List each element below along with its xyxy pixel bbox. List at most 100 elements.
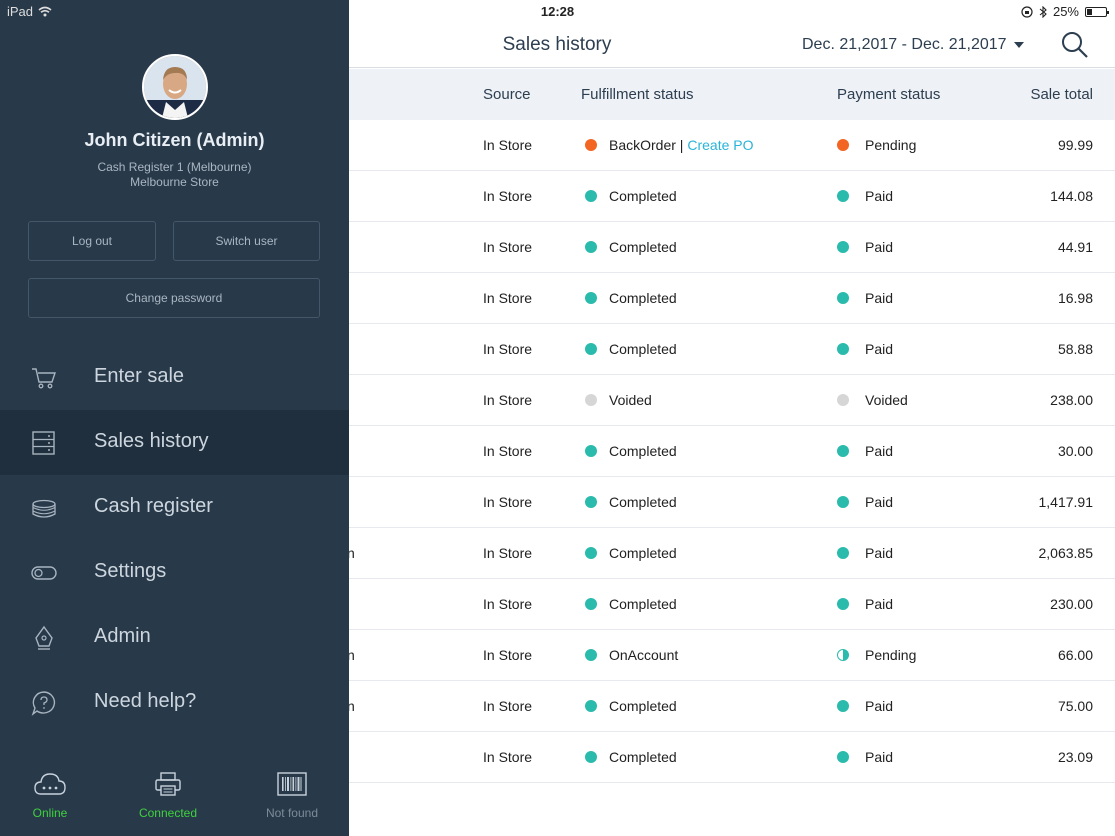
date-range-selector[interactable]: Dec. 21,2017 - Dec. 21,2017	[802, 36, 1024, 54]
fulfillment-cell: Completed	[609, 749, 677, 765]
payment-status-dot	[837, 751, 849, 763]
bluetooth-icon	[1039, 5, 1047, 18]
table-row[interactable]: In Store Completed Paid 23.09	[349, 732, 1115, 783]
fulfillment-label: Completed	[609, 545, 677, 561]
fulfillment-cell: Completed	[609, 188, 677, 204]
status-bar: iPad 12:28 25%	[0, 0, 1115, 22]
payment-cell: Pending	[865, 137, 917, 153]
source-cell: In Store	[483, 443, 533, 459]
page-title: Sales history	[502, 34, 612, 55]
payment-status-dot	[837, 241, 849, 253]
fulfillment-status-dot	[585, 139, 597, 151]
sale-total-cell: 44.91	[1057, 239, 1093, 255]
user-register: Cash Register 1 (Melbourne)	[97, 160, 252, 174]
fulfillment-cell: Voided	[609, 392, 652, 408]
fulfillment-cell: OnAccount	[609, 647, 678, 663]
logout-button[interactable]: Log out	[28, 221, 156, 261]
column-total[interactable]: Sale total	[1030, 86, 1093, 103]
fulfillment-cell: Completed	[609, 545, 677, 561]
fulfillment-label: Completed	[609, 494, 677, 510]
payment-cell: Paid	[865, 188, 894, 204]
sale-total-cell: 2,063.85	[1038, 545, 1094, 561]
server-list-icon	[32, 431, 55, 455]
search-icon	[1062, 32, 1088, 58]
table-row[interactable]: In Store Voided Voided 238.00	[349, 375, 1115, 426]
table-row[interactable]: In Store Completed Paid 1,417.91	[349, 477, 1115, 528]
fulfillment-label: Completed	[609, 290, 677, 306]
payment-status-dot	[837, 190, 849, 202]
nav-label-settings: Settings	[94, 560, 167, 582]
payment-status-dot	[837, 547, 849, 559]
payment-cell: Paid	[865, 545, 894, 561]
cloud-icon	[34, 773, 66, 795]
table-header: Source Fulfillment status Payment status…	[349, 69, 1115, 120]
table-row[interactable]: n In Store Completed Paid 75.00	[347, 681, 1115, 732]
column-payment[interactable]: Payment status	[837, 86, 940, 103]
date-range-label: Dec. 21,2017 - Dec. 21,2017	[802, 36, 1007, 53]
table-row[interactable]: n In Store Completed Paid 2,063.85	[347, 528, 1115, 579]
status-right: 25%	[1021, 4, 1109, 19]
barcode-scanner-icon	[277, 772, 307, 796]
fulfillment-label: OnAccount	[609, 647, 679, 663]
payment-cell: Paid	[865, 239, 894, 255]
source-cell: In Store	[483, 698, 533, 714]
nav-item-need-help[interactable]: Need help?	[0, 670, 349, 735]
table-row[interactable]: In Store Completed Paid 44.91	[349, 222, 1115, 273]
fulfillment-status-dot	[585, 394, 597, 406]
fulfillment-status-dot	[585, 598, 597, 610]
payment-cell: Paid	[865, 443, 894, 459]
table-row[interactable]: In Store Completed Paid 16.98	[349, 273, 1115, 324]
fulfillment-cell: Completed	[609, 443, 677, 459]
fulfillment-status-dot	[585, 547, 597, 559]
nav-item-settings[interactable]: Settings	[0, 540, 349, 605]
payment-cell: Voided	[865, 392, 908, 408]
payment-cell: Paid	[865, 596, 894, 612]
sale-total-cell: 30.00	[1057, 443, 1093, 459]
change-password-button[interactable]: Change password	[28, 278, 320, 318]
source-cell: In Store	[483, 341, 533, 357]
nav-item-sales-history[interactable]: Sales history	[0, 410, 349, 475]
nav-item-enter-sale[interactable]: Enter sale	[0, 345, 349, 410]
table-row[interactable]: In Store Completed Paid 230.00	[349, 579, 1115, 630]
sale-total-cell: 238.00	[1050, 392, 1093, 408]
printer-icon	[155, 772, 181, 796]
nav-label-need-help: Need help?	[94, 690, 197, 712]
fulfillment-cell: Completed	[609, 698, 677, 714]
sale-total-cell: 23.09	[1057, 749, 1093, 765]
table-row[interactable]: n In Store OnAccount Pending 66.00	[347, 630, 1115, 681]
status-time: 12:28	[540, 4, 575, 19]
search-button[interactable]	[1060, 30, 1090, 60]
divider: |	[675, 137, 688, 153]
source-cell: In Store	[483, 392, 533, 408]
fulfillment-cell: Completed	[609, 341, 677, 357]
fulfillment-status-dot	[585, 751, 597, 763]
printer-status[interactable]: Connected	[118, 770, 218, 820]
fulfillment-label: Completed	[609, 749, 677, 765]
payment-status-dot	[837, 445, 849, 457]
fulfillment-label: Completed	[609, 239, 677, 255]
nav-item-admin[interactable]: Admin	[0, 605, 349, 670]
chevron-down-icon	[1013, 42, 1024, 48]
side-drawer: John Citizen (Admin) Cash Register 1 (Me…	[0, 0, 349, 836]
source-cell: In Store	[483, 545, 533, 561]
avatar[interactable]	[142, 54, 208, 120]
scanner-status[interactable]: Not found	[242, 770, 342, 820]
switch-user-button[interactable]: Switch user	[173, 221, 320, 261]
user-name: John Citizen (Admin)	[84, 130, 265, 150]
source-cell: In Store	[483, 137, 533, 153]
column-source[interactable]: Source	[483, 86, 531, 103]
table-row[interactable]: In Store BackOrder | Create PO Pending 99.9…	[349, 120, 1115, 171]
payment-cell: Pending	[865, 647, 917, 663]
nav-item-cash-register[interactable]: Cash register	[0, 475, 349, 540]
table-row[interactable]: In Store Completed Paid 30.00	[349, 426, 1115, 477]
fulfillment-cell: Completed	[609, 596, 677, 612]
toggle-icon	[31, 566, 57, 580]
table-row[interactable]: In Store Completed Paid 144.08	[349, 171, 1115, 222]
online-status[interactable]: Online	[0, 770, 100, 820]
create-po-link[interactable]: Create PO	[687, 137, 753, 153]
column-fulfillment[interactable]: Fulfillment status	[581, 86, 694, 103]
source-cell: In Store	[483, 188, 533, 204]
fulfillment-label: Completed	[609, 596, 677, 612]
table-row[interactable]: In Store Completed Paid 58.88	[349, 324, 1115, 375]
battery-percent: 25%	[1052, 4, 1079, 19]
